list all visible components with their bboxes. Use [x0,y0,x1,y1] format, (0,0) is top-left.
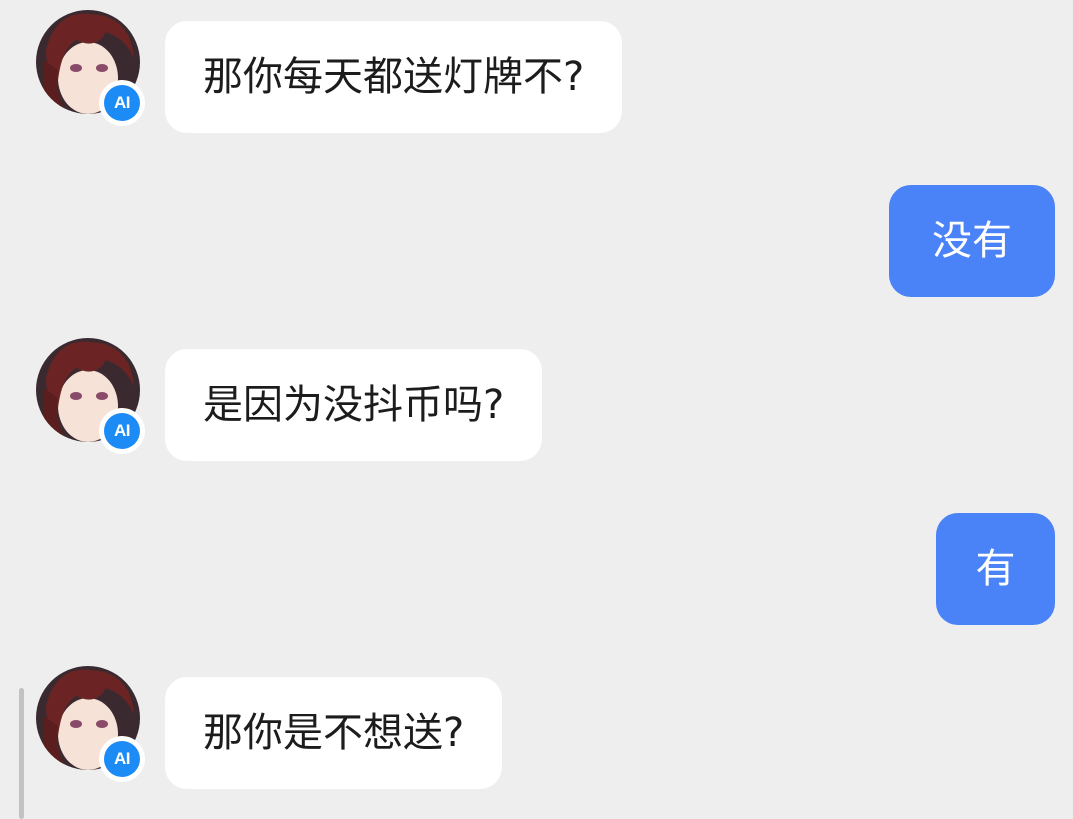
user-message-bubble[interactable]: 没有 [889,185,1055,297]
ai-badge: AI [99,80,145,126]
message-row-user: 有 [0,502,1073,627]
message-row-ai: AI 那你每天都送灯牌不? [0,10,1073,135]
ai-message-bubble[interactable]: 那你每天都送灯牌不? [165,21,623,133]
user-message-bubble[interactable]: 有 [936,513,1055,625]
scrollbar[interactable] [19,688,24,819]
ai-message-bubble[interactable]: 那你是不想送? [165,677,503,789]
ai-message-bubble[interactable]: 是因为没抖币吗? [165,349,543,461]
message-row-ai: AI 是因为没抖币吗? [0,338,1073,463]
ai-badge-label: AI [104,741,140,777]
ai-badge: AI [99,408,145,454]
chat-window: AI 那你每天都送灯牌不? 没有 AI 是因为没抖币吗? 有 AI 那你是不想送… [0,0,1073,819]
ai-badge-label: AI [104,85,140,121]
ai-badge-label: AI [104,413,140,449]
message-row-ai: AI 那你是不想送? [0,666,1073,791]
ai-badge: AI [99,736,145,782]
message-row-user: 没有 [0,174,1073,299]
